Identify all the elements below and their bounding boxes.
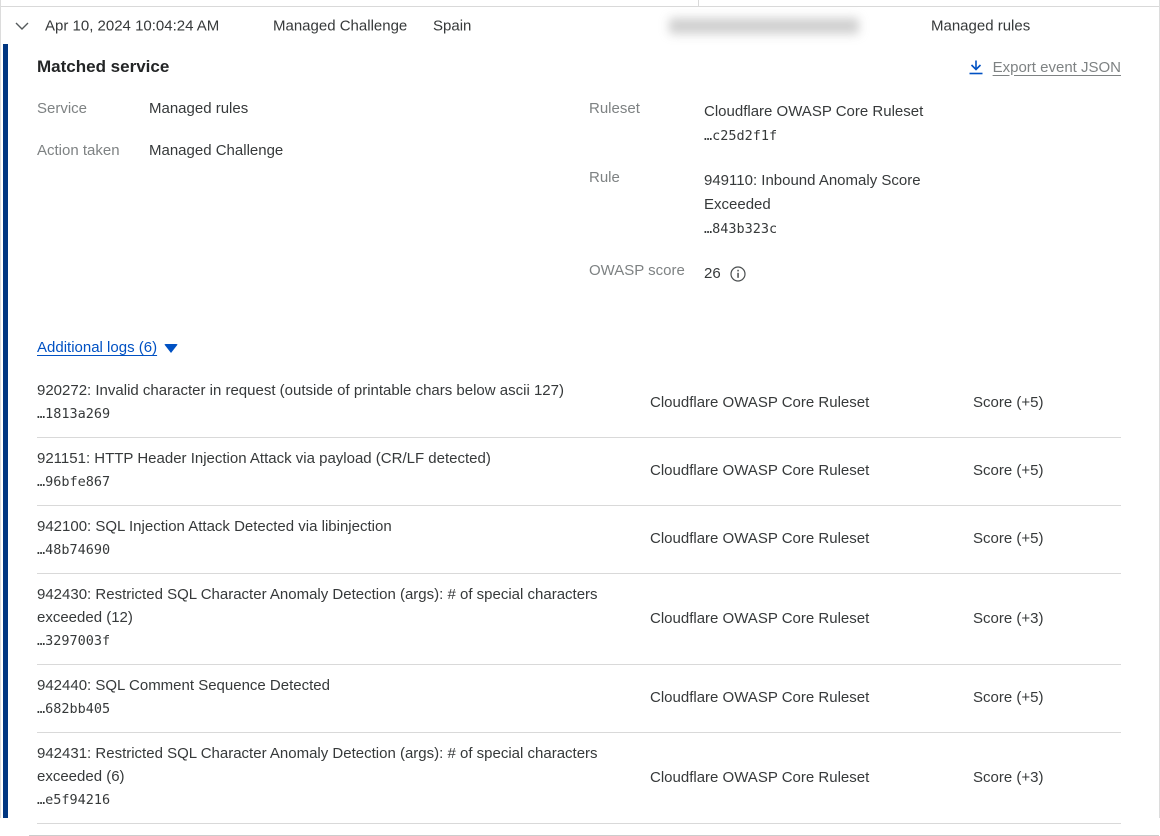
log-ruleset: Cloudflare OWASP Core Ruleset: [650, 689, 973, 706]
log-ruleset: Cloudflare OWASP Core Ruleset: [650, 462, 973, 479]
additional-logs-toggle[interactable]: Additional logs (6): [37, 339, 178, 356]
chevron-down-icon[interactable]: [14, 17, 32, 35]
log-score: Score (+5): [973, 462, 1121, 479]
caret-down-icon: [164, 344, 178, 353]
log-score: Score (+3): [973, 610, 1121, 627]
log-score: Score (+5): [973, 530, 1121, 547]
export-event-json-label: Export event JSON: [993, 59, 1121, 76]
log-row: 942440: SQL Comment Sequence Detected …6…: [37, 665, 1121, 733]
details-section: Service Managed rules Action taken Manag…: [37, 100, 1121, 318]
rule-id: …843b323c: [704, 217, 944, 241]
info-icon[interactable]: [730, 266, 746, 282]
event-service: Managed rules: [931, 17, 1030, 34]
ruleset-label: Ruleset: [589, 100, 704, 148]
log-ruleset: Cloudflare OWASP Core Ruleset: [650, 769, 973, 786]
redacted-host-blur: [669, 18, 859, 34]
log-score: Score (+3): [973, 769, 1121, 786]
log-row: 921151: HTTP Header Injection Attack via…: [37, 438, 1121, 506]
log-rule-id: …682bb405: [37, 697, 626, 721]
rule-name: 949110: Inbound Anomaly Score Exceeded: [704, 169, 944, 217]
log-rule-name: 921151: HTTP Header Injection Attack via…: [37, 447, 626, 470]
rule-row: Rule 949110: Inbound Anomaly Score Excee…: [589, 169, 969, 241]
ruleset-name: Cloudflare OWASP Core Ruleset: [704, 100, 944, 124]
previous-row-divider: [1, 0, 1159, 7]
event-action: Managed Challenge: [273, 17, 407, 34]
owasp-score-label: OWASP score: [589, 262, 704, 286]
log-rule-name: 942100: SQL Injection Attack Detected vi…: [37, 515, 626, 538]
log-rule-name: 942440: SQL Comment Sequence Detected: [37, 674, 626, 697]
additional-logs-label: Additional logs (6): [37, 339, 157, 356]
log-rule-id: …1813a269: [37, 402, 626, 426]
log-score: Score (+5): [973, 394, 1121, 411]
download-icon: [968, 59, 984, 76]
ruleset-row: Ruleset Cloudflare OWASP Core Ruleset …c…: [589, 100, 969, 148]
event-country: Spain: [433, 17, 471, 34]
owasp-score-row: OWASP score 26: [589, 262, 969, 286]
log-rule-id: …48b74690: [37, 538, 626, 562]
log-ruleset: Cloudflare OWASP Core Ruleset: [650, 610, 973, 627]
rule-label: Rule: [589, 169, 704, 241]
column-divider-tick: [698, 0, 699, 7]
log-ruleset: Cloudflare OWASP Core Ruleset: [650, 530, 973, 547]
log-rule-id: …e5f94216: [37, 788, 626, 812]
action-taken-label: Action taken: [37, 142, 149, 159]
service-label: Service: [37, 100, 149, 117]
event-detail-body: Matched service Export event JSON Servic…: [1, 44, 1159, 818]
additional-logs-table: 920272: Invalid character in request (ou…: [37, 370, 1121, 824]
log-ruleset: Cloudflare OWASP Core Ruleset: [650, 394, 973, 411]
log-rule-id: …3297003f: [37, 629, 626, 653]
log-score: Score (+5): [973, 689, 1121, 706]
ruleset-id: …c25d2f1f: [704, 124, 944, 148]
owasp-score-value: 26: [704, 262, 721, 286]
event-date: Apr 10, 2024 10:04:24 AM: [45, 17, 219, 34]
log-row: 942431: Restricted SQL Character Anomaly…: [37, 733, 1121, 824]
log-row: 920272: Invalid character in request (ou…: [37, 370, 1121, 438]
log-row: 942430: Restricted SQL Character Anomaly…: [37, 574, 1121, 665]
firewall-event-panel: Apr 10, 2024 10:04:24 AM Managed Challen…: [0, 0, 1160, 818]
export-event-json-link[interactable]: Export event JSON: [968, 59, 1121, 76]
matched-service-title: Matched service: [37, 57, 169, 77]
log-rule-name: 920272: Invalid character in request (ou…: [37, 379, 626, 402]
log-row: 942100: SQL Injection Attack Detected vi…: [37, 506, 1121, 574]
event-summary-row[interactable]: Apr 10, 2024 10:04:24 AM Managed Challen…: [1, 7, 1159, 44]
log-rule-id: …96bfe867: [37, 470, 626, 494]
log-rule-name: 942431: Restricted SQL Character Anomaly…: [37, 742, 626, 788]
log-rule-name: 942430: Restricted SQL Character Anomaly…: [37, 583, 626, 629]
